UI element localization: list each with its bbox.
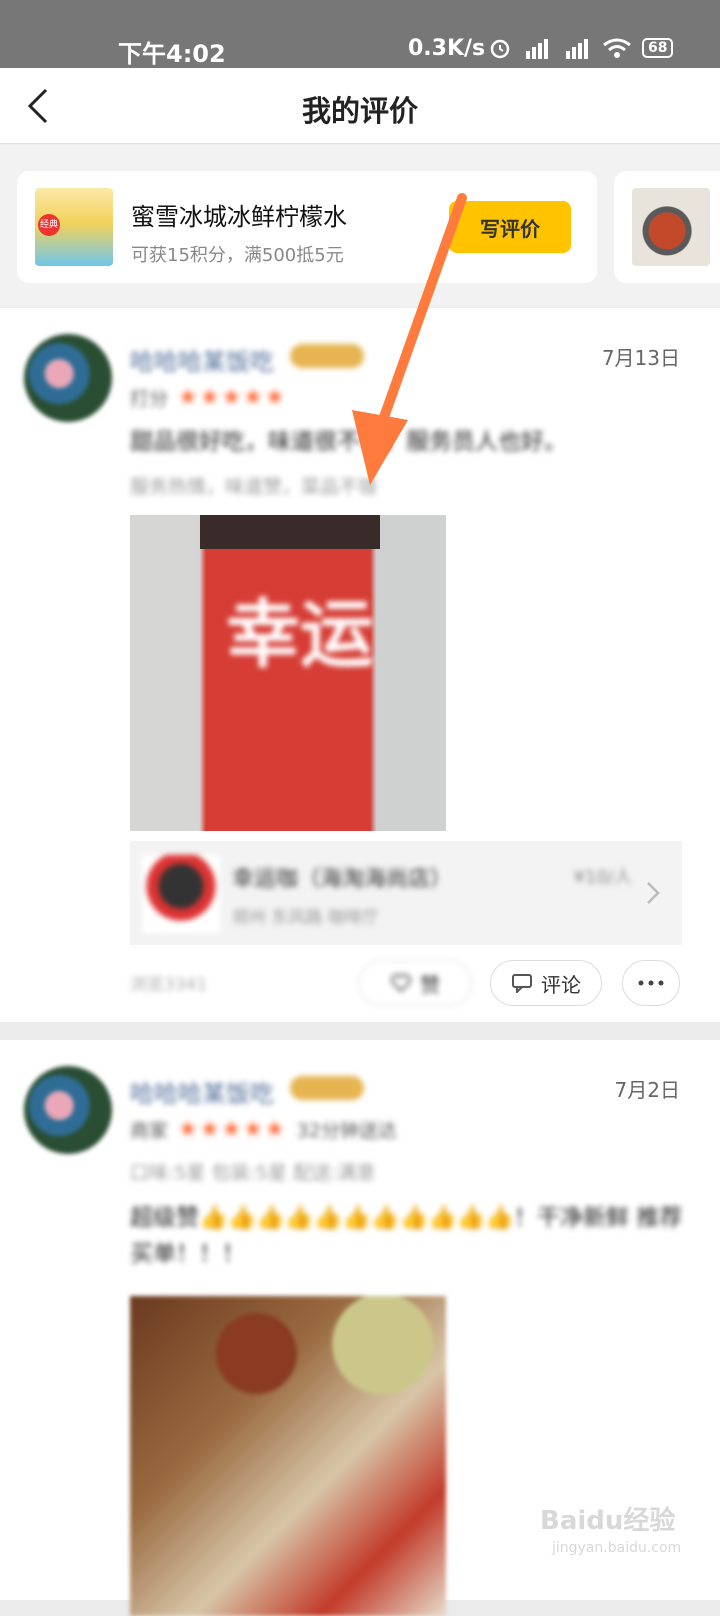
comment-label: 评论 (541, 972, 581, 997)
delivery-time: 32分钟送达 (296, 1120, 397, 1142)
page-title: 我的评价 (301, 94, 418, 128)
like-button[interactable]: 赞 (358, 960, 472, 1006)
review-date: 7月13日 (601, 346, 680, 370)
review-text: 甜品很好吃，味道很不错，服务员人也好。 (130, 429, 567, 455)
wifi-icon (603, 38, 631, 58)
view-count: 浏览3341 (130, 975, 208, 995)
shop-price: ¥10/人 (573, 867, 632, 888)
product-thumbnail (632, 188, 710, 266)
more-icon (638, 980, 664, 986)
comment-icon (512, 974, 532, 993)
shop-logo (142, 855, 220, 933)
rating-label: 商家 (130, 1120, 169, 1142)
pending-product-title: 蜜雪冰城冰鲜柠檬水 (131, 203, 347, 231)
review-tags: 服务热情，味道赞，菜品不错 (130, 476, 378, 498)
pending-review-strip: 经典 蜜雪冰城冰鲜柠檬水 可获15积分，满500抵5元 写评价 (0, 145, 720, 307)
nav-bar: 我的评价 (0, 68, 720, 144)
hd-signal-icon (526, 39, 548, 59)
review-text: 超级赞👍👍👍👍👍👍👍👍👍👍👍！干净新鲜 推荐买单！！！ (130, 1205, 683, 1267)
network-speed: 0.3K/s (408, 36, 486, 61)
like-label: 赞 (420, 972, 440, 997)
user-name[interactable]: 哈哈哈某饭吃 (130, 1074, 274, 1109)
pending-review-card-next[interactable] (614, 171, 720, 283)
shop-name: 幸运咖（海淘海尚店） (232, 867, 453, 892)
rating-label: 打分 (130, 388, 169, 410)
review-photo[interactable] (130, 1296, 446, 1616)
hd-signal-icon (566, 39, 588, 59)
user-name[interactable]: 哈哈哈某饭吃 (130, 342, 274, 377)
vip-badge (290, 344, 364, 368)
vip-badge (290, 1076, 364, 1100)
star-rating: ★★★★★ (178, 1117, 287, 1142)
rating-line: 商家 ★★★★★ 32分钟送达 (130, 1116, 397, 1143)
thumb-badge: 经典 (38, 214, 60, 236)
more-button[interactable] (622, 960, 680, 1006)
chevron-right-icon (647, 882, 660, 904)
pending-reward-text: 可获15积分，满500抵5元 (131, 245, 344, 266)
shop-card[interactable]: 幸运咖（海淘海尚店） 郑州 东风路 咖啡厅 ¥10/人 (130, 841, 682, 945)
pending-review-card[interactable]: 经典 蜜雪冰城冰鲜柠檬水 可获15积分，满500抵5元 写评价 (17, 171, 597, 283)
watermark-logo: Baidu经验 (540, 1506, 676, 1536)
heart-icon (391, 974, 411, 993)
review-actions: 浏览3341 赞 评论 (130, 960, 690, 1008)
review-date: 7月2日 (614, 1078, 680, 1102)
star-rating: ★★★★★ (178, 385, 287, 410)
photo-sign-text: 幸运 (226, 592, 374, 678)
status-time: 下午4:02 (118, 40, 226, 68)
avatar[interactable] (24, 1066, 112, 1154)
rating-line: 打分 ★★★★★ (130, 384, 287, 411)
review-card: 哈哈哈某饭吃 7月13日 打分 ★★★★★ 甜品很好吃，味道很不错，服务员人也好… (0, 308, 720, 1022)
review-tags: 口味:5星 包装:5星 配送:满意 (130, 1162, 376, 1184)
status-bar: 下午4:02 0.3K/s 68 (0, 0, 720, 68)
avatar[interactable] (24, 334, 112, 422)
product-thumbnail: 经典 (35, 188, 113, 266)
battery-icon: 68 (642, 38, 674, 58)
alarm-icon (490, 39, 510, 59)
write-review-button[interactable]: 写评价 (449, 201, 571, 253)
comment-button[interactable]: 评论 (490, 960, 602, 1006)
review-photo[interactable]: 幸运 (130, 515, 446, 831)
status-icons: 68 (488, 36, 674, 60)
photo-header (200, 515, 380, 549)
watermark-url: jingyan.baidu.com (552, 1540, 682, 1556)
shop-location: 郑州 东风路 咖啡厅 (232, 908, 379, 928)
